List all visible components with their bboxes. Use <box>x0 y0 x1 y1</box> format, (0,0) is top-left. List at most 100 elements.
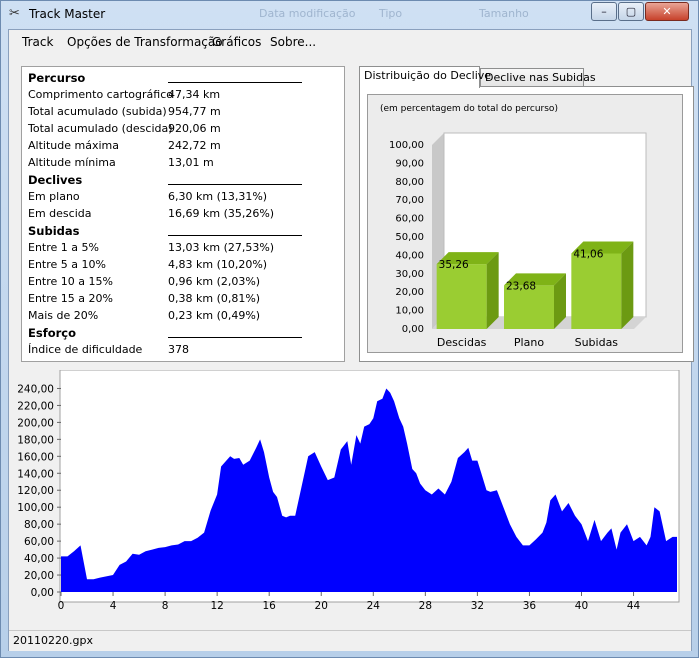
stat-value: 0,96 km (2,03%) <box>168 275 261 288</box>
stat-label: Índice de dificuldade <box>28 343 143 356</box>
stat-label: Altitude máxima <box>28 139 119 152</box>
x-category-label: Descidas <box>437 336 487 349</box>
x-tick-label: 0 <box>58 600 65 612</box>
y-tick-label: 20,00 <box>395 287 424 298</box>
x-tick-label: 12 <box>210 600 223 612</box>
y-tick-label: 80,00 <box>24 519 54 531</box>
stat-value: 16,69 km (35,26%) <box>168 207 275 220</box>
stat-value: 0,38 km (0,81%) <box>168 292 261 305</box>
y-tick-label: 90,00 <box>395 158 424 169</box>
y-tick-label: 0,00 <box>402 324 424 335</box>
elevation-profile-panel: 0,00 20,00 40,00 60,00 80,00 100,00 120,00 140,… <box>9 369 691 632</box>
bar <box>571 253 622 329</box>
y-tick-label: 220,00 <box>17 400 54 412</box>
stat-value: 4,83 km (10,20%) <box>168 258 268 271</box>
y-tick-label: 30,00 <box>395 269 424 280</box>
window-title: Track Master <box>29 7 106 21</box>
stat-label: Em descida <box>28 207 92 220</box>
stat-value: 47,34 km <box>168 88 221 101</box>
menu-bar: Track Opções de Transformação Gráficos S… <box>9 30 691 54</box>
section-divider <box>168 184 302 185</box>
menu-graficos[interactable]: Gráficos <box>212 35 261 49</box>
x-tick-label: 8 <box>162 600 169 612</box>
y-tick-label: 200,00 <box>17 417 54 429</box>
stat-label: Total acumulado (descida) <box>28 122 173 135</box>
x-category-label: Plano <box>514 336 544 349</box>
section-title-percurso: Percurso <box>28 71 86 85</box>
tab-panel: (em percentagem do total do percurso) 0,… <box>359 86 694 362</box>
chart-subtitle: (em percentagem do total do percurso) <box>380 104 558 114</box>
app-window: ✂ Track Master Data modificação Tipo Tam… <box>0 0 699 658</box>
stat-label: Mais de 20% <box>28 309 99 322</box>
stat-value: 13,01 m <box>168 156 214 169</box>
y-tick-label: 240,00 <box>17 383 54 395</box>
status-filename: 20110220.gpx <box>13 634 93 647</box>
x-tick-label: 44 <box>627 600 641 612</box>
y-tick-label: 70,00 <box>395 195 424 206</box>
section-divider <box>168 337 302 338</box>
elevation-profile-chart: 0,00 20,00 40,00 60,00 80,00 100,00 120,00 140,… <box>17 369 680 612</box>
section-title-declives: Declives <box>28 173 83 187</box>
section-divider <box>168 82 302 83</box>
bar-value-label: 23,68 <box>506 280 536 292</box>
menu-opcoes-transformacao[interactable]: Opções de Transformação <box>67 35 223 49</box>
minimize-button[interactable]: – <box>591 2 617 21</box>
stat-label: Entre 1 a 5% <box>28 241 99 254</box>
ghost-column-header: Tipo <box>379 7 403 20</box>
stat-value: 242,72 m <box>168 139 221 152</box>
y-tick-label: 120,00 <box>17 485 54 497</box>
y-tick-label: 0,00 <box>31 587 54 599</box>
stat-label: Total acumulado (subida) <box>28 105 167 118</box>
y-tick-label: 160,00 <box>17 451 54 463</box>
maximize-button[interactable]: ▢ <box>618 2 644 21</box>
y-tick-label: 40,00 <box>24 553 54 565</box>
bar-chart-frame: (em percentagem do total do percurso) 0,… <box>367 94 683 353</box>
bar-side <box>621 241 634 329</box>
x-tick-label: 36 <box>523 600 537 612</box>
y-tick-label: 60,00 <box>395 214 424 225</box>
x-tick-label: 20 <box>315 600 328 612</box>
section-divider <box>168 235 302 236</box>
x-tick-label: 40 <box>575 600 588 612</box>
bar-value-label: 41,06 <box>573 248 603 260</box>
x-tick-label: 32 <box>471 600 484 612</box>
tab-declive-subidas[interactable]: Declive nas Subidas <box>480 68 596 88</box>
ghost-column-header: Tamanho <box>479 7 529 20</box>
stat-label: Comprimento cartográfico <box>28 88 173 101</box>
section-title-subidas: Subidas <box>28 224 80 238</box>
menu-track[interactable]: Track <box>22 35 53 49</box>
stat-value: 954,77 m <box>168 105 221 118</box>
menu-sobre[interactable]: Sobre... <box>270 35 316 49</box>
statistics-panel: Percurso Comprimento cartográfico 47,34 k… <box>21 66 345 362</box>
stat-value: 0,23 km (0,49%) <box>168 309 261 322</box>
y-tick-label: 10,00 <box>395 306 424 317</box>
tab-distribuicao-declive[interactable]: Distribuição do Declive <box>359 66 491 88</box>
stat-label: Altitude mínima <box>28 156 116 169</box>
bar-side <box>486 252 499 329</box>
x-category-label: Subidas <box>575 336 619 349</box>
bar <box>436 264 487 329</box>
stat-label: Em plano <box>28 190 80 203</box>
close-button[interactable]: ✕ <box>645 2 689 21</box>
x-tick-label: 24 <box>367 600 381 612</box>
bar-value-label: 35,26 <box>439 259 469 271</box>
y-tick-label: 50,00 <box>395 232 424 243</box>
stat-value: 920,06 m <box>168 122 221 135</box>
ghost-column-header: Data modificação <box>259 7 356 20</box>
y-tick-label: 20,00 <box>24 570 54 582</box>
stat-value: 6,30 km (13,31%) <box>168 190 268 203</box>
y-tick-label: 140,00 <box>17 468 54 480</box>
y-tick-label: 100,00 <box>17 502 54 514</box>
y-tick-label: 80,00 <box>395 177 424 188</box>
stat-label: Entre 5 a 10% <box>28 258 106 271</box>
y-tick-label: 180,00 <box>17 434 54 446</box>
stat-label: Entre 10 a 15% <box>28 275 113 288</box>
y-tick-label: 40,00 <box>395 250 424 261</box>
client-area: Track Opções de Transformação Gráficos S… <box>8 29 694 651</box>
section-title-esforco: Esforço <box>28 326 76 340</box>
x-tick-label: 28 <box>419 600 432 612</box>
y-tick-label: 60,00 <box>24 536 54 548</box>
x-tick-label: 4 <box>110 600 117 612</box>
slope-distribution-chart: (em percentagem do total do percurso) 0,… <box>380 104 647 349</box>
title-bar[interactable]: ✂ Track Master Data modificação Tipo Tam… <box>1 1 699 29</box>
